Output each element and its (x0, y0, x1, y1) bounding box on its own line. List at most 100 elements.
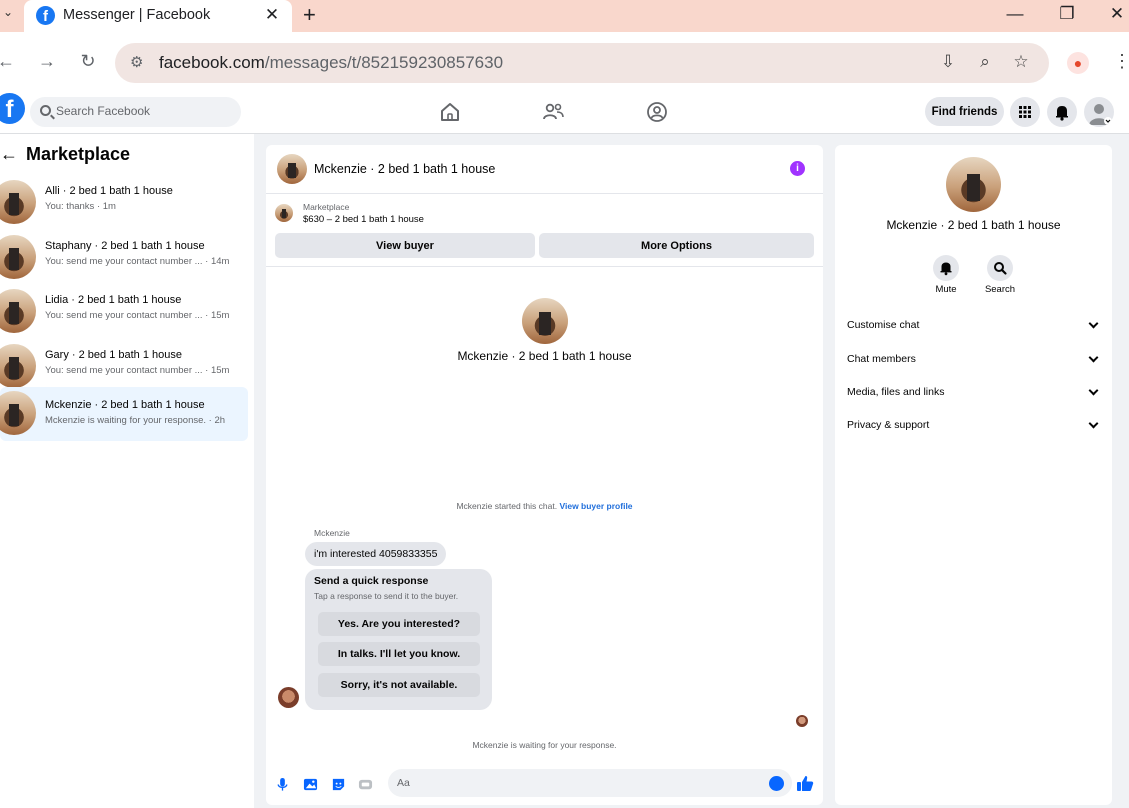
chat-avatar[interactable] (277, 154, 307, 184)
section-chat-members[interactable]: Chat members (835, 346, 1112, 376)
notifications-button[interactable] (1047, 97, 1077, 127)
bell-icon (1056, 106, 1068, 121)
chevron-down-icon (1088, 352, 1099, 363)
search-conversation-button[interactable] (987, 255, 1013, 281)
conversation-preview: You: send me your contact number ... · 1… (45, 310, 230, 321)
conversation-name: Staphany · 2 bed 1 bath 1 house (45, 240, 205, 252)
more-options-button[interactable]: More Options (539, 233, 814, 258)
home-icon[interactable] (438, 100, 462, 124)
intro-avatar (522, 298, 568, 344)
info-icon[interactable]: i (790, 161, 805, 176)
seen-indicator-avatar (796, 715, 808, 727)
chat-panel: Mckenzie · 2 bed 1 bath 1 house i Market… (266, 145, 823, 805)
tab-search-chevron-icon[interactable]: ⌄ (0, 5, 16, 25)
sidebar-header: ← Marketplace (0, 144, 130, 165)
facebook-favicon-icon: f (36, 6, 55, 25)
browser-toolbar: ← → ↻ ⚙ facebook.com/messages/t/85215923… (0, 32, 1129, 90)
chat-header: Mckenzie · 2 bed 1 bath 1 house i (266, 145, 823, 194)
address-bar[interactable]: ⚙ facebook.com/messages/t/85215923085763… (115, 43, 1049, 83)
conversation-name: Mckenzie · 2 bed 1 bath 1 house (45, 399, 205, 411)
browser-tab[interactable]: f Messenger | Facebook ✕ (24, 0, 292, 32)
site-settings-icon[interactable]: ⚙ (130, 53, 143, 71)
facebook-header: f Find friends (0, 90, 1129, 134)
thumbs-up-icon[interactable] (796, 775, 814, 792)
chat-title[interactable]: Mckenzie · 2 bed 1 bath 1 house (314, 162, 495, 176)
info-name: Mckenzie · 2 bed 1 bath 1 house (886, 218, 1061, 232)
message-composer (266, 765, 823, 805)
chevron-down-icon (1088, 418, 1099, 429)
url-text: facebook.com/messages/t/852159230857630 (159, 53, 504, 72)
emoji-icon[interactable] (769, 776, 784, 791)
started-text: Mckenzie started this chat. (456, 501, 558, 511)
restore-icon[interactable]: ❐ (1052, 4, 1082, 24)
install-app-icon[interactable]: ⇩ (937, 52, 959, 72)
marketplace-listing-bar: Marketplace $630 – 2 bed 1 bath 1 house … (266, 195, 823, 267)
section-media-files-links[interactable]: Media, files and links (835, 379, 1112, 409)
menu-button[interactable] (1010, 97, 1040, 127)
conversation-preview: Mckenzie is waiting for your response. ·… (45, 415, 226, 426)
tab-close-icon[interactable]: ✕ (262, 5, 282, 25)
window-close-icon[interactable]: ✕ (1102, 4, 1129, 24)
quick-response-button[interactable]: Sorry, it's not available. (318, 673, 480, 697)
account-avatar[interactable] (1084, 97, 1114, 127)
view-buyer-button[interactable]: View buyer (275, 233, 535, 258)
search-box[interactable] (30, 97, 241, 127)
bell-icon (940, 262, 952, 276)
quick-response-subtitle: Tap a response to send it to the buyer. (314, 591, 459, 601)
search-icon (40, 105, 51, 116)
conversation-item[interactable]: Alli · 2 bed 1 bath 1 house You: thanks … (0, 173, 248, 227)
photo-icon[interactable] (303, 777, 318, 792)
browser-menu-icon[interactable]: ⋮ (1113, 51, 1129, 72)
grid-menu-icon (1019, 106, 1031, 118)
sender-avatar (278, 687, 299, 708)
section-label: Chat members (847, 353, 916, 365)
conversation-item[interactable]: Staphany · 2 bed 1 bath 1 house You: sen… (0, 228, 248, 282)
conversation-info-panel: Mckenzie · 2 bed 1 bath 1 house Mute Sea… (835, 145, 1112, 805)
back-arrow-icon[interactable]: ← (0, 144, 18, 164)
app-window: ⌄ f Messenger | Facebook ✕ + — ❐ ✕ ← → ↻… (0, 0, 1129, 808)
mute-button[interactable] (933, 255, 959, 281)
minimize-icon[interactable]: — (1000, 4, 1030, 24)
gif-icon[interactable] (358, 777, 373, 792)
quick-response-button[interactable]: Yes. Are you interested? (318, 612, 480, 636)
listing-price[interactable]: $630 – 2 bed 1 bath 1 house (303, 214, 424, 225)
conversation-item[interactable]: Gary · 2 bed 1 bath 1 house You: send me… (0, 337, 248, 391)
quick-response-title: Send a quick response (314, 575, 429, 587)
facebook-logo-icon[interactable]: f (0, 93, 25, 124)
section-privacy-support[interactable]: Privacy & support (835, 412, 1112, 442)
sticker-icon[interactable] (331, 777, 346, 792)
new-tab-icon[interactable]: + (303, 2, 316, 28)
chevron-down-icon (1088, 318, 1099, 329)
conversation-preview: You: send me your contact number ... · 1… (45, 256, 230, 267)
reload-icon[interactable]: ↻ (78, 51, 98, 72)
view-buyer-profile-link[interactable]: View buyer profile (559, 501, 632, 511)
conversation-preview: You: thanks · 1m (45, 201, 116, 212)
conversation-sidebar: ← Marketplace Alli · 2 bed 1 bath 1 house… (0, 134, 254, 808)
search-input[interactable] (56, 104, 231, 118)
conversation-name: Gary · 2 bed 1 bath 1 house (45, 349, 182, 361)
search-icon (994, 262, 1007, 275)
quick-response-button[interactable]: In talks. I'll let you know. (318, 642, 480, 666)
waiting-notice: Mckenzie is waiting for your response. (472, 740, 617, 750)
find-friends-button[interactable]: Find friends (925, 97, 1004, 126)
intro-name: Mckenzie · 2 bed 1 bath 1 house (457, 349, 632, 363)
conversation-avatar (0, 344, 36, 388)
microphone-icon[interactable] (275, 777, 290, 792)
listing-thumbnail (275, 204, 293, 222)
profile-avatar-icon[interactable]: ● (1067, 52, 1089, 74)
sidebar-title: Marketplace (26, 144, 131, 164)
browser-tab-strip: ⌄ f Messenger | Facebook ✕ + — ❐ ✕ (0, 0, 1129, 32)
zoom-icon[interactable]: ⌕ (974, 52, 996, 72)
bookmark-star-icon[interactable]: ☆ (1010, 52, 1032, 72)
conversation-item[interactable]: Lidia · 2 bed 1 bath 1 house You: send m… (0, 282, 248, 336)
forward-icon[interactable]: → (37, 51, 57, 72)
back-icon[interactable]: ← (0, 51, 16, 72)
section-customise-chat[interactable]: Customise chat (835, 312, 1112, 342)
friends-icon[interactable] (541, 100, 565, 124)
conversation-item-active[interactable]: Mckenzie · 2 bed 1 bath 1 house Mckenzie… (0, 387, 248, 441)
marketplace-label: Marketplace (303, 202, 350, 212)
profile-icon[interactable] (645, 100, 669, 124)
chevron-down-icon (1088, 385, 1099, 396)
conversation-avatar (0, 289, 36, 333)
message-input[interactable] (388, 769, 792, 797)
